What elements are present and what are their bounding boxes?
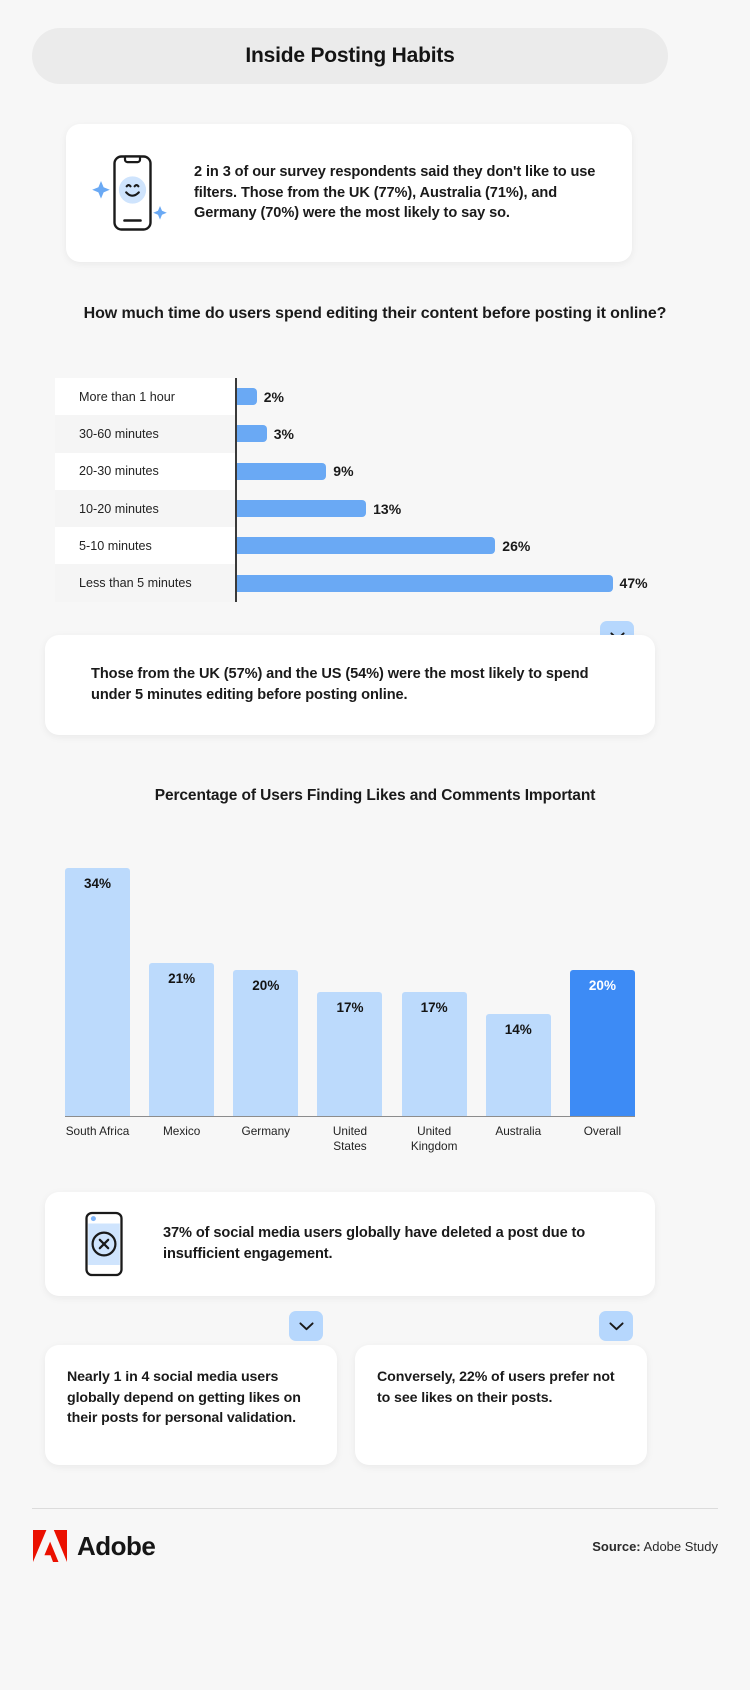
adobe-brand-name: Adobe bbox=[77, 1530, 156, 1561]
adobe-logo-icon bbox=[33, 1529, 67, 1562]
hbar-fill bbox=[237, 425, 267, 443]
card-conversely: Conversely, 22% of users prefer not to s… bbox=[355, 1345, 647, 1465]
column-bar: 34% bbox=[65, 868, 130, 1116]
column-value-label: 17% bbox=[420, 1000, 448, 1015]
column-category-label: United Kingdom bbox=[410, 1124, 458, 1154]
hbar-row: 30-60 minutes 3% bbox=[55, 415, 695, 453]
hbar-value-label: 47% bbox=[619, 575, 648, 592]
chevron-down-button-conversely[interactable] bbox=[599, 1311, 633, 1341]
hbar-track: 3% bbox=[235, 415, 695, 453]
column-group: 21% bbox=[149, 963, 215, 1116]
hbar-category-label: Less than 5 minutes bbox=[55, 564, 235, 602]
page-title: Inside Posting Habits bbox=[245, 44, 455, 67]
phone-smiley-icon bbox=[66, 150, 194, 236]
adobe-brand: Adobe bbox=[32, 1529, 156, 1563]
hbar-fill bbox=[237, 500, 367, 518]
hbar-category-label: 30-60 minutes bbox=[55, 415, 235, 453]
column-bar: 21% bbox=[149, 963, 215, 1116]
column-value-label: 20% bbox=[588, 978, 616, 993]
hbar-value-label: 13% bbox=[373, 500, 402, 517]
footer-source: Source: Adobe Study bbox=[592, 1539, 718, 1554]
column-group: 17% bbox=[401, 992, 467, 1116]
column-bar: 17% bbox=[317, 992, 383, 1116]
column-category-label: Germany bbox=[241, 1124, 291, 1138]
hbar-row: Less than 5 minutes 47% bbox=[55, 564, 695, 602]
column-group: 34% bbox=[65, 868, 130, 1116]
card-validation: Nearly 1 in 4 social media users globall… bbox=[45, 1345, 337, 1465]
hbar-category-label: 20-30 minutes bbox=[55, 452, 235, 490]
hbar-category-label: 10-20 minutes bbox=[55, 489, 235, 528]
footer-source-label: Source: bbox=[592, 1538, 641, 1554]
column-group: 14% bbox=[485, 1014, 551, 1116]
column-group: 20% bbox=[233, 970, 299, 1116]
card-deleted-post: 37% of social media users globally have … bbox=[45, 1192, 655, 1296]
hbar-track: 2% bbox=[235, 378, 695, 416]
card-filters: 2 in 3 of our survey respondents said th… bbox=[66, 124, 632, 262]
footer: Adobe Source: Adobe Study bbox=[32, 1516, 718, 1576]
column-category-label: South Africa bbox=[65, 1124, 130, 1138]
chart1-title: How much time do users spend editing the… bbox=[83, 305, 667, 322]
card-filters-text: 2 in 3 of our survey respondents said th… bbox=[194, 163, 596, 222]
column-bar: 17% bbox=[401, 992, 467, 1116]
column-category-label: Australia bbox=[495, 1124, 542, 1138]
card-conversely-text: Conversely, 22% of users prefer not to s… bbox=[377, 1369, 615, 1406]
column-group: 20% bbox=[569, 970, 635, 1116]
footer-divider bbox=[32, 1508, 718, 1509]
hbar-value-label: 3% bbox=[273, 425, 294, 442]
hbar-track: 13% bbox=[235, 489, 695, 528]
hbar-category-label: More than 1 hour bbox=[55, 378, 235, 416]
hbar-row: 20-30 minutes 9% bbox=[55, 452, 695, 490]
card-validation-text: Nearly 1 in 4 social media users globall… bbox=[67, 1369, 301, 1427]
chevron-down-icon bbox=[298, 1321, 314, 1330]
column-value-label: 20% bbox=[252, 978, 280, 993]
column-bar-highlight: 20% bbox=[569, 970, 635, 1116]
column-value-label: 21% bbox=[168, 971, 196, 986]
hbar-track: 47% bbox=[235, 564, 695, 602]
hbar-track: 9% bbox=[235, 452, 695, 490]
hbar-row: 5-10 minutes 26% bbox=[55, 527, 695, 565]
hbar-value-label: 9% bbox=[333, 463, 354, 480]
column-chart: 34% 21% 20% 17% 17% 14% 20% South Africa… bbox=[65, 855, 635, 1170]
hbar-value-label: 2% bbox=[263, 388, 284, 405]
column-chart-axis: South Africa Mexico Germany United State… bbox=[65, 1117, 635, 1154]
column-bar: 20% bbox=[233, 970, 299, 1116]
hbar-fill bbox=[237, 574, 613, 592]
card-uk-us-text: Those from the UK (57%) and the US (54%)… bbox=[91, 665, 589, 703]
hbar-row: More than 1 hour 2% bbox=[55, 378, 695, 416]
hbar-fill bbox=[237, 462, 327, 480]
card-deleted-post-text: 37% of social media users globally have … bbox=[163, 1224, 586, 1262]
column-value-label: 34% bbox=[83, 876, 112, 891]
header-banner: Inside Posting Habits bbox=[32, 28, 668, 84]
horizontal-bar-chart: More than 1 hour 2% 30-60 minutes 3% 20-… bbox=[55, 378, 695, 604]
column-category-label: United States bbox=[332, 1124, 368, 1154]
column-group: 17% bbox=[317, 992, 383, 1116]
footer-source-value: Adobe Study bbox=[643, 1538, 718, 1554]
card-uk-us: Those from the UK (57%) and the US (54%)… bbox=[45, 635, 655, 735]
hbar-value-label: 26% bbox=[502, 537, 531, 554]
chart2-title: Percentage of Users Finding Likes and Co… bbox=[154, 787, 596, 804]
column-value-label: 17% bbox=[336, 1000, 364, 1015]
column-bar: 14% bbox=[485, 1014, 551, 1116]
hbar-row: 10-20 minutes 13% bbox=[55, 489, 695, 528]
hbar-track: 26% bbox=[235, 527, 695, 565]
column-value-label: 14% bbox=[504, 1022, 532, 1037]
hbar-fill bbox=[237, 537, 496, 555]
column-chart-plot: 34% 21% 20% 17% 17% 14% 20% bbox=[65, 855, 635, 1117]
hbar-fill bbox=[237, 388, 257, 406]
chevron-down-icon bbox=[608, 1321, 624, 1330]
deleted-post-icon bbox=[45, 1209, 163, 1279]
hbar-category-label: 5-10 minutes bbox=[55, 527, 235, 565]
chevron-down-button-validation[interactable] bbox=[289, 1311, 323, 1341]
column-category-label: Mexico bbox=[162, 1124, 201, 1138]
column-category-label: Overall bbox=[583, 1124, 622, 1138]
